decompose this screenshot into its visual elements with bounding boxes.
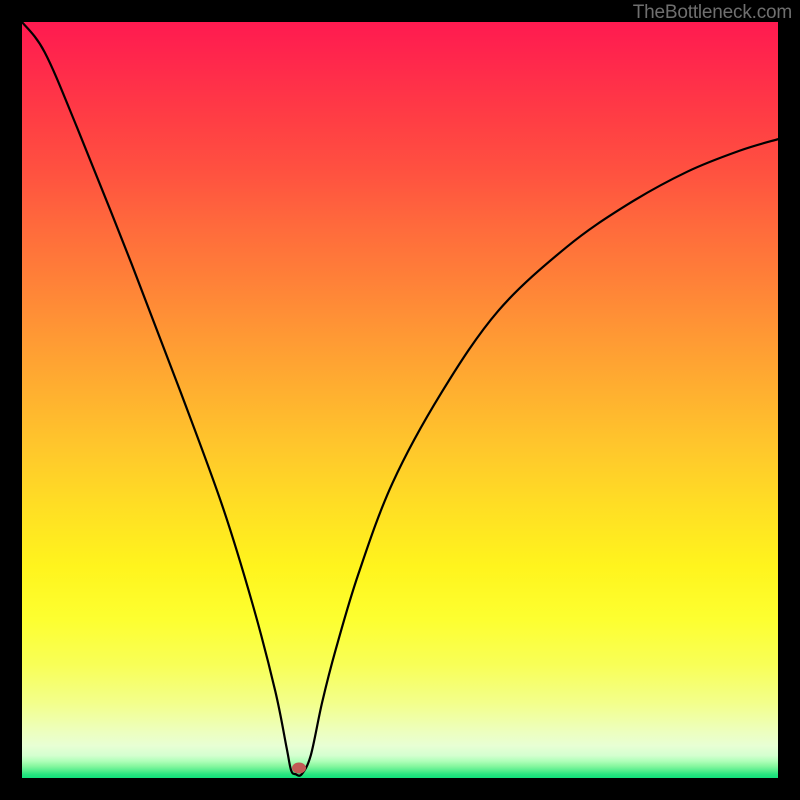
minimum-marker [292, 763, 306, 774]
watermark-text: TheBottleneck.com [633, 2, 792, 24]
chart-frame: TheBottleneck.com [0, 0, 800, 800]
plot-area [22, 22, 778, 778]
bottleneck-curve [22, 22, 778, 778]
